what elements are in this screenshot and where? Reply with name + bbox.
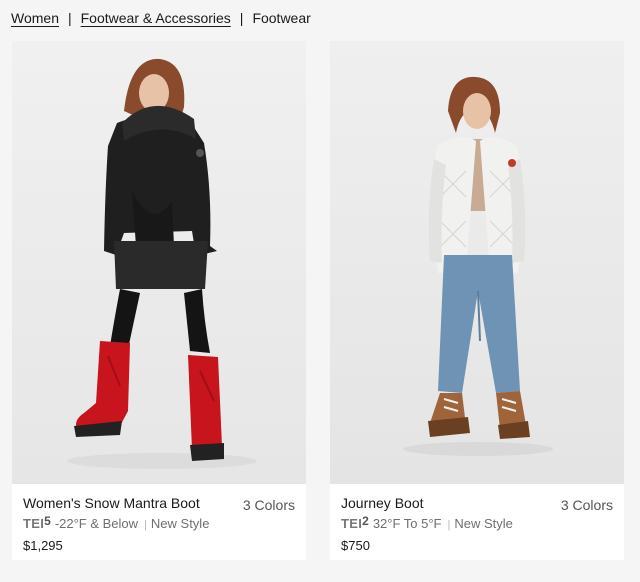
breadcrumb: Women | Footwear & Accessories | Footwea…	[11, 9, 311, 27]
breadcrumb-women-link[interactable]: Women	[11, 10, 59, 26]
breadcrumb-separator: |	[67, 10, 72, 26]
tei-label: TEI	[341, 516, 363, 531]
product-card[interactable]: Women's Snow Mantra Boot 3 Colors TEI 5 …	[12, 41, 306, 560]
product-info: Journey Boot 3 Colors TEI 2 32°F To 5°F …	[330, 484, 624, 560]
divider: |	[144, 519, 147, 531]
product-image[interactable]	[330, 41, 624, 484]
tei-label: TEI	[23, 516, 45, 531]
divider: |	[447, 519, 451, 531]
temperature-range: -22°F & Below	[54, 516, 139, 531]
product-price: $750	[341, 538, 370, 553]
tei-rating-row: TEI 2 32°F To 5°F | New Style	[341, 514, 513, 531]
product-name[interactable]: Journey Boot	[341, 495, 424, 511]
breadcrumb-separator: |	[239, 10, 244, 26]
colors-count[interactable]: 3 Colors	[561, 497, 613, 513]
product-card[interactable]: Journey Boot 3 Colors TEI 2 32°F To 5°F …	[330, 41, 624, 560]
colors-count[interactable]: 3 Colors	[243, 497, 295, 513]
new-style-badge: New Style	[150, 516, 210, 531]
product-name[interactable]: Women's Snow Mantra Boot	[23, 495, 200, 511]
tei-level: 5	[44, 514, 51, 528]
product-price: $1,295	[23, 538, 63, 553]
product-grid: Women's Snow Mantra Boot 3 Colors TEI 5 …	[12, 41, 624, 560]
tei-level: 2	[362, 514, 369, 528]
breadcrumb-footwear-accessories-link[interactable]: Footwear & Accessories	[81, 10, 231, 26]
tei-rating-row: TEI 5 -22°F & Below | New Style	[23, 514, 210, 531]
new-style-badge: New Style	[454, 516, 513, 531]
model-black-parka-red-boots-icon	[12, 41, 306, 484]
temperature-range: 32°F To 5°F	[372, 516, 442, 531]
product-info: Women's Snow Mantra Boot 3 Colors TEI 5 …	[12, 484, 306, 560]
model-quilted-cardigan-brown-boots-icon	[330, 41, 624, 484]
product-image[interactable]	[12, 41, 306, 484]
breadcrumb-current: Footwear	[252, 10, 311, 26]
